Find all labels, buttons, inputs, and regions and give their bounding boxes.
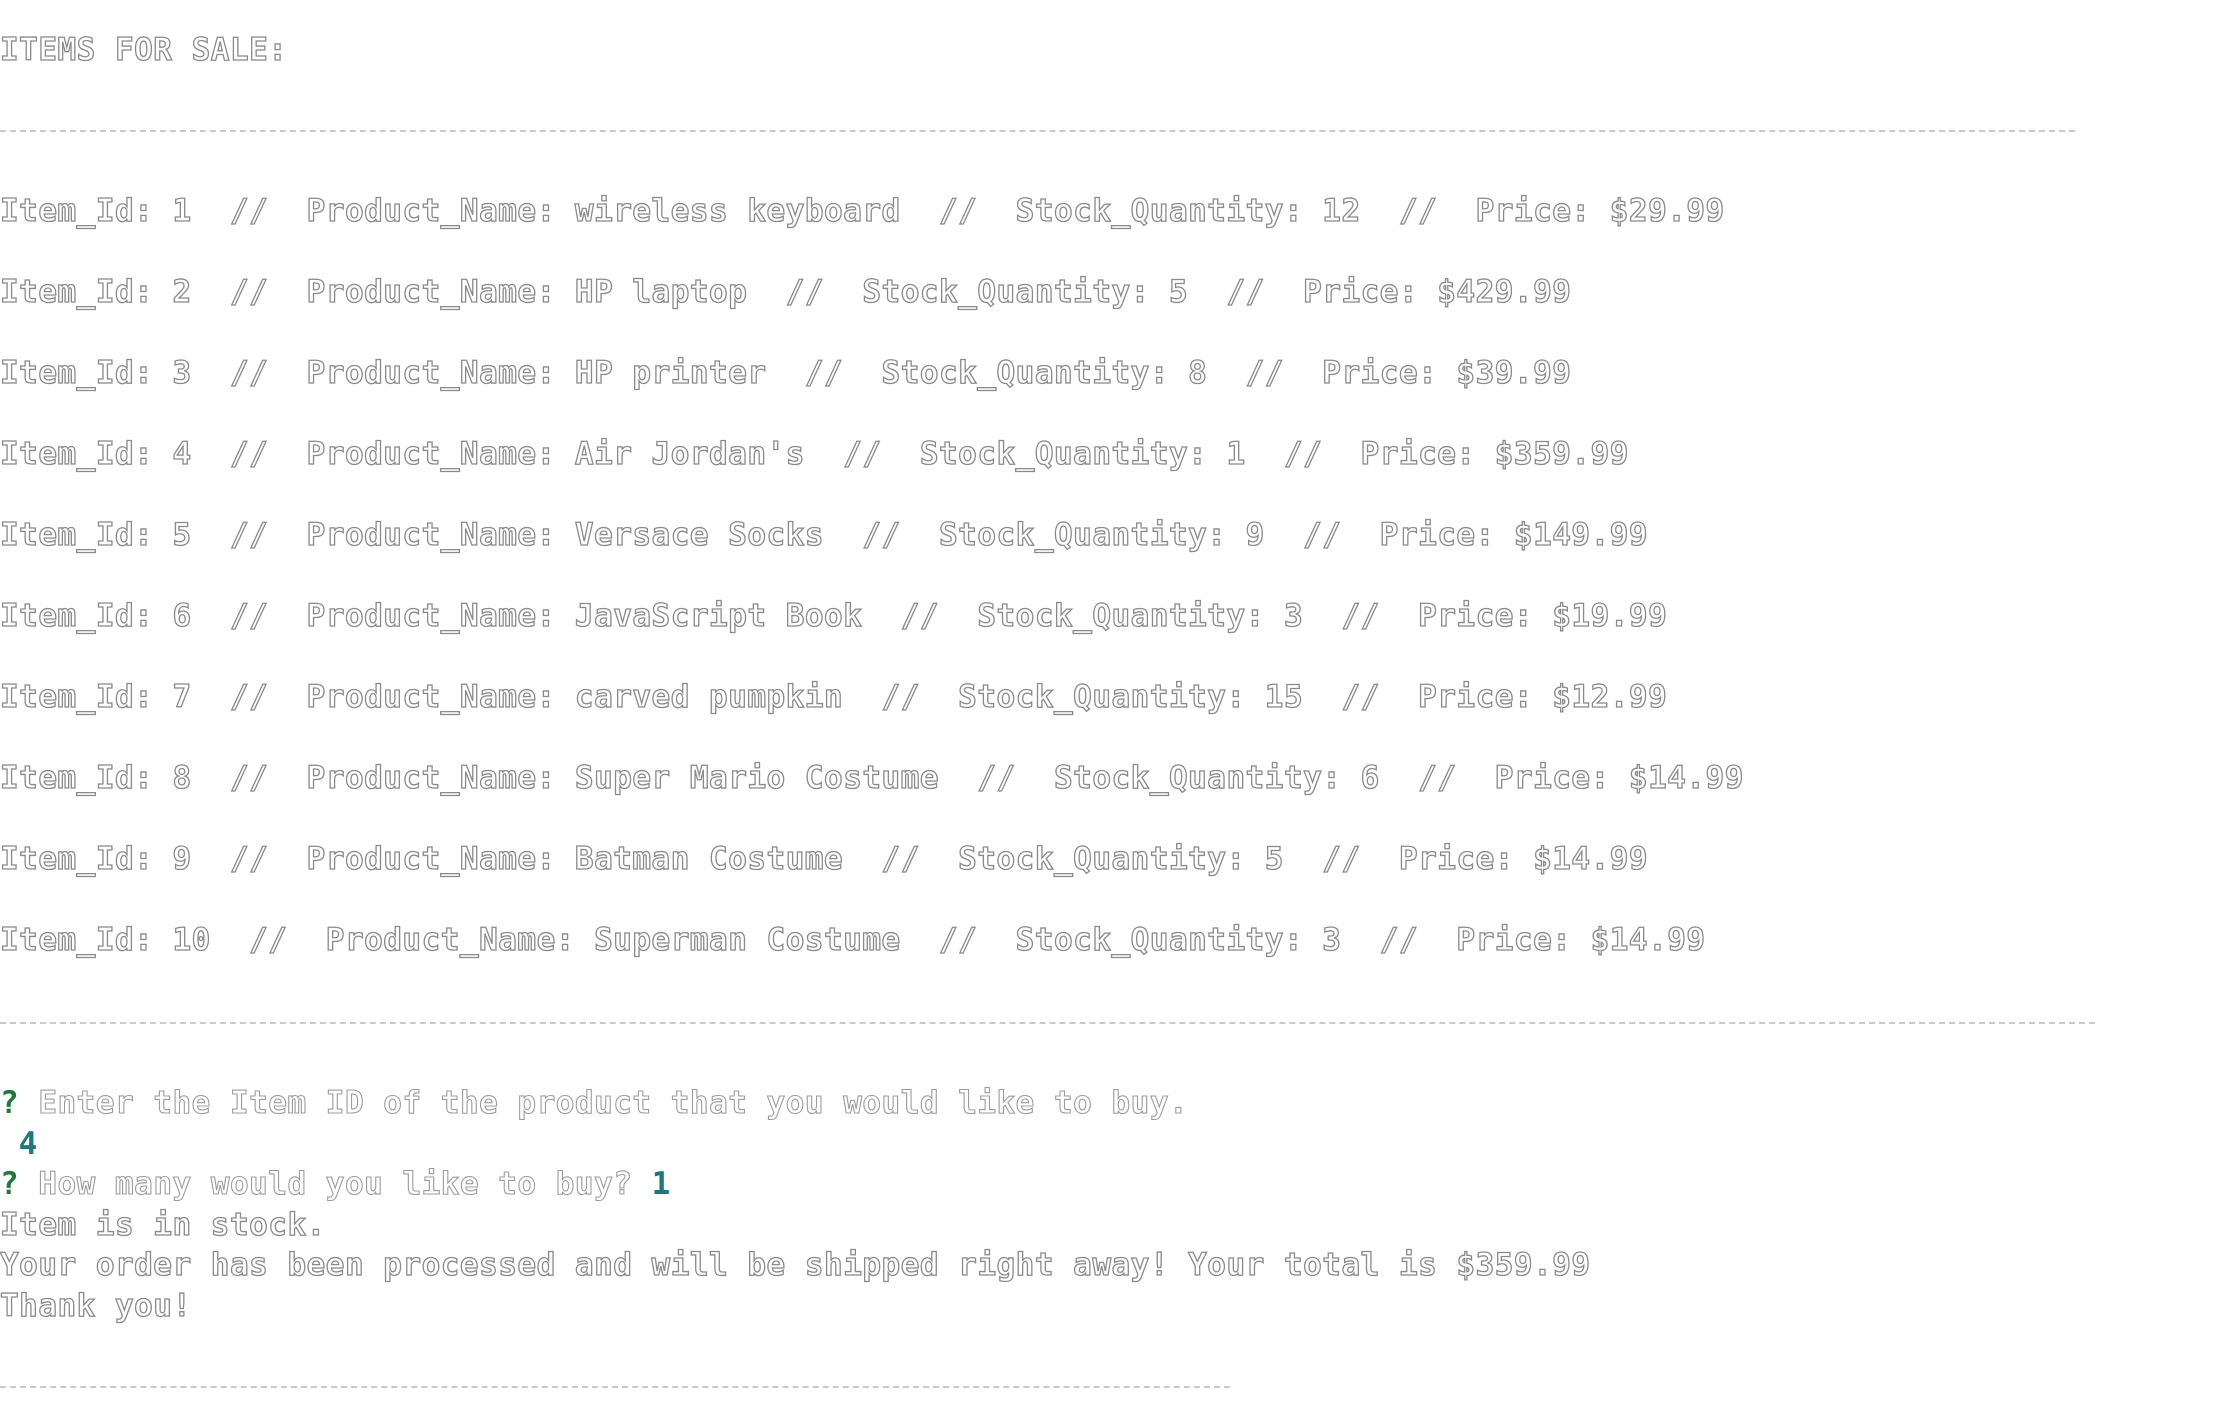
quantity-prompt: ? How many would you like to buy? 1: [0, 1164, 671, 1204]
quantity-answer: 1: [651, 1166, 671, 1202]
item-row-10: Item_Id: 10 // Product_Name: Superman Co…: [0, 921, 1706, 958]
item-row-4: Item_Id: 4 // Product_Name: Air Jordan's…: [0, 435, 1629, 472]
bottom-divider: [0, 1386, 1230, 1388]
item-id-answer-line: 4: [0, 1124, 38, 1164]
thanks-message: Thank you!: [0, 1287, 192, 1324]
item-row-8: Item_Id: 8 // Product_Name: Super Mario …: [0, 759, 1744, 796]
order-message: Your order has been processed and will b…: [0, 1246, 1591, 1283]
prompt-mark: ?: [0, 1085, 20, 1121]
item-id-prompt: ? Enter the Item ID of the product that …: [0, 1083, 1188, 1123]
prompt-mark: ?: [0, 1166, 20, 1202]
item-row-9: Item_Id: 9 // Product_Name: Batman Costu…: [0, 840, 1649, 877]
item-row-5: Item_Id: 5 // Product_Name: Versace Sock…: [0, 516, 1649, 553]
item-row-2: Item_Id: 2 // Product_Name: HP laptop //…: [0, 273, 1572, 310]
stock-message: Item is in stock.: [0, 1206, 326, 1243]
item-row-3: Item_Id: 3 // Product_Name: HP printer /…: [0, 354, 1572, 391]
terminal-output: ITEMS FOR SALE: Item_Id: 1 // Product_Na…: [0, 0, 2239, 1416]
item-row-7: Item_Id: 7 // Product_Name: carved pumpk…: [0, 678, 1668, 715]
item-id-question: Enter the Item ID of the product that yo…: [38, 1084, 1189, 1121]
item-id-answer: 4: [18, 1126, 38, 1162]
items-header: ITEMS FOR SALE:: [0, 31, 288, 68]
top-divider: [0, 130, 2075, 132]
quantity-question: How many would you like to buy?: [38, 1165, 633, 1202]
item-row-6: Item_Id: 6 // Product_Name: JavaScript B…: [0, 597, 1668, 634]
middle-divider: [0, 1022, 2095, 1024]
item-row-1: Item_Id: 1 // Product_Name: wireless key…: [0, 192, 1725, 229]
